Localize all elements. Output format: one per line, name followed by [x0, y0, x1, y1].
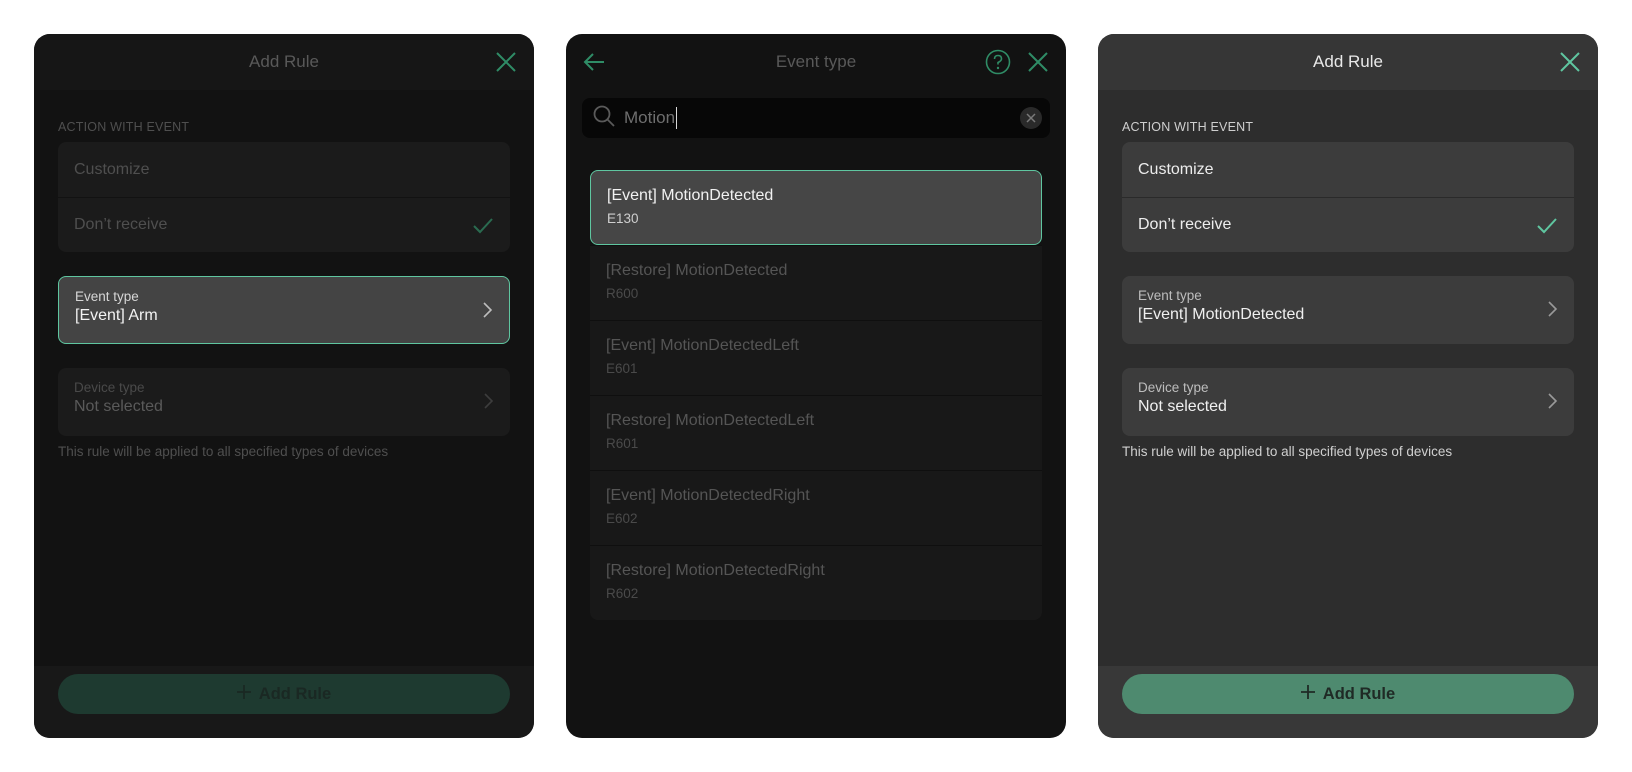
- item-title: [Event] MotionDetectedLeft: [606, 337, 799, 354]
- close-icon[interactable]: [1556, 48, 1584, 76]
- option-customize[interactable]: Customize: [1122, 142, 1574, 197]
- field-value: Not selected: [74, 398, 163, 415]
- add-rule-panel: Add Rule ACTION WITH EVENT Customize Don…: [1098, 34, 1598, 738]
- device-type-field[interactable]: Device type Not selected: [1122, 368, 1574, 436]
- add-rule-button[interactable]: Add Rule: [1122, 674, 1574, 714]
- option-dont-receive[interactable]: Don’t receive: [1122, 197, 1574, 252]
- page-title: Add Rule: [1313, 52, 1383, 71]
- help-icon[interactable]: [984, 48, 1012, 76]
- option-dont-receive[interactable]: Don’t receive: [58, 197, 510, 252]
- field-value: Not selected: [1138, 398, 1227, 415]
- option-customize[interactable]: Customize: [58, 142, 510, 197]
- item-code: E602: [606, 511, 638, 526]
- action-options: Customize Don’t receive: [58, 142, 510, 252]
- search-input[interactable]: Motion: [582, 98, 1050, 138]
- list-item[interactable]: [Restore] MotionDetectedLeft R601: [590, 395, 1042, 470]
- option-label: Customize: [1138, 160, 1214, 178]
- close-icon[interactable]: [492, 48, 520, 76]
- event-type-list: [Event] MotionDetected E130 [Restore] Mo…: [590, 170, 1042, 620]
- chevron-right-icon: [1546, 300, 1558, 323]
- field-value: [Event] Arm: [75, 307, 158, 324]
- clear-search-icon[interactable]: [1020, 107, 1042, 129]
- section-label: ACTION WITH EVENT: [1122, 120, 1254, 134]
- page-title: Add Rule: [249, 52, 319, 71]
- item-title: [Event] MotionDetectedRight: [606, 487, 810, 504]
- footer: Add Rule: [1098, 666, 1598, 738]
- page-title: Event type: [775, 52, 857, 71]
- list-item[interactable]: [Event] MotionDetected E130: [590, 170, 1042, 245]
- checkmark-icon: [472, 214, 494, 241]
- option-label: Don’t receive: [1138, 216, 1232, 233]
- item-title: [Event] MotionDetected: [607, 187, 774, 204]
- item-title: [Restore] MotionDetectedRight: [606, 562, 825, 579]
- item-title: [Restore] MotionDetectedLeft: [606, 412, 815, 429]
- plus-icon: [236, 684, 251, 704]
- footer: Add Rule: [34, 666, 534, 738]
- item-code: R600: [606, 286, 639, 301]
- list-item[interactable]: [Event] MotionDetectedRight E602: [590, 470, 1042, 545]
- hint-text: This rule will be applied to all specifi…: [58, 444, 389, 459]
- add-rule-panel-dimmed: Add Rule ACTION WITH EVENT Customize Don…: [34, 34, 534, 738]
- header: Event type: [566, 34, 1066, 90]
- event-type-field[interactable]: Event type [Event] MotionDetected: [1122, 276, 1574, 344]
- checkmark-icon: [1536, 214, 1558, 241]
- list-item[interactable]: [Restore] MotionDetectedRight R602: [590, 545, 1042, 620]
- chevron-right-icon: [1546, 392, 1558, 415]
- add-rule-button[interactable]: Add Rule: [58, 674, 510, 714]
- action-options: Customize Don’t receive: [1122, 142, 1574, 252]
- option-label: Don’t receive: [74, 216, 168, 233]
- plus-icon: [1300, 684, 1315, 704]
- chevron-right-icon: [481, 301, 493, 324]
- search-icon: [592, 104, 616, 133]
- item-code: E601: [606, 361, 638, 376]
- list-item[interactable]: [Restore] MotionDetected R600: [590, 245, 1042, 320]
- button-label: Add Rule: [1322, 684, 1396, 703]
- item-code: R601: [606, 436, 639, 451]
- section-label: ACTION WITH EVENT: [58, 120, 190, 134]
- item-code: R602: [606, 586, 639, 601]
- chevron-right-icon: [482, 392, 494, 415]
- close-icon[interactable]: [1024, 48, 1052, 76]
- header: Add Rule: [1098, 34, 1598, 90]
- back-arrow-icon[interactable]: [580, 48, 608, 76]
- hint-text: This rule will be applied to all specifi…: [1122, 444, 1453, 459]
- event-type-panel: Event type Motion [Event] MotionDetected…: [566, 34, 1066, 738]
- item-code: E130: [607, 211, 639, 226]
- device-type-field[interactable]: Device type Not selected: [58, 368, 510, 436]
- list-item[interactable]: [Event] MotionDetectedLeft E601: [590, 320, 1042, 395]
- event-type-field[interactable]: Event type [Event] Arm: [58, 276, 510, 344]
- field-label: Event type: [1138, 288, 1202, 303]
- field-label: Device type: [1138, 380, 1209, 395]
- item-title: [Restore] MotionDetected: [606, 262, 788, 279]
- header: Add Rule: [34, 34, 534, 90]
- field-label: Event type: [75, 289, 139, 304]
- field-label: Device type: [74, 380, 145, 395]
- search-value: Motion: [624, 107, 678, 129]
- button-label: Add Rule: [258, 684, 332, 703]
- option-label: Customize: [74, 160, 150, 178]
- field-value: [Event] MotionDetected: [1138, 306, 1305, 323]
